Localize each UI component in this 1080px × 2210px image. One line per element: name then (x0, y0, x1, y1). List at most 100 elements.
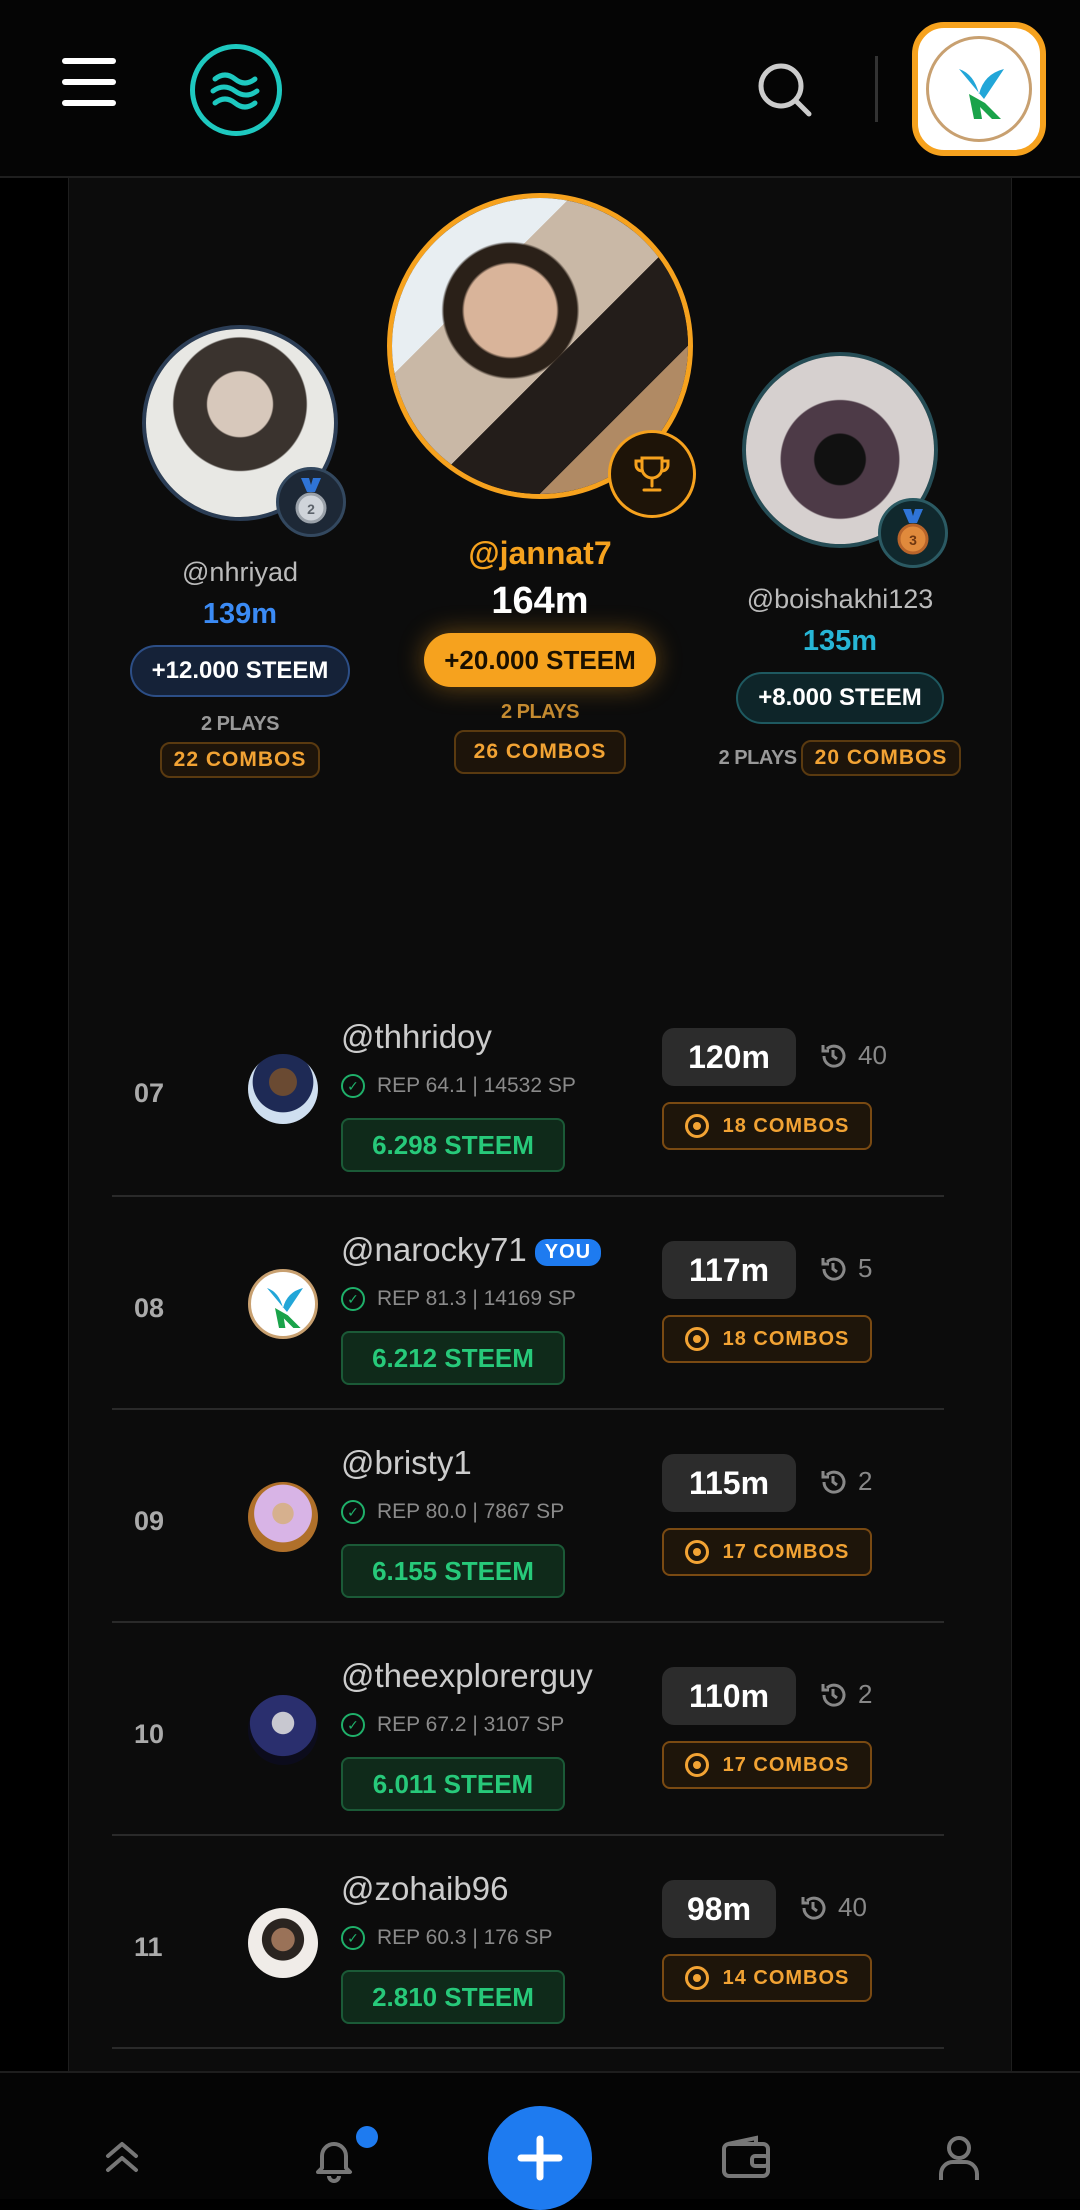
podium-third[interactable]: 3 @boishakhi123 135m +8.000 STEEM 2 PLAY… (700, 352, 980, 776)
rep-info: ✓ REP 64.1 | 14532 SP (341, 1074, 576, 1098)
avatar[interactable] (248, 1482, 318, 1552)
plays-count: 40 (798, 1892, 867, 1923)
history-icon (821, 1257, 846, 1281)
avatar[interactable] (248, 1908, 318, 1978)
history-icon (821, 1044, 846, 1068)
rank-number: 11 (134, 1932, 163, 1962)
podium-reward: +12.000 STEEM (129, 645, 351, 697)
rep-info: ✓ REP 60.3 | 176 SP (341, 1926, 553, 1950)
row-username[interactable]: @thhridoy (341, 1018, 492, 1056)
rep-info: ✓ REP 80.0 | 7867 SP (341, 1500, 564, 1524)
avatar (387, 193, 696, 518)
plus-icon (517, 2135, 563, 2181)
podium-second[interactable]: 2 @nhriyad 139m +12.000 STEEM 2 PLAYS 22… (110, 325, 370, 778)
podium-username[interactable]: @jannat7 (378, 535, 702, 572)
steem-reward: 6.011 STEEM (341, 1757, 565, 1811)
podium-plays: 2 PLAYS (500, 701, 580, 723)
target-icon (684, 1753, 709, 1777)
leaderboard-row[interactable]: 09 @bristy1 ✓ REP 80.0 | 7867 SP 6.155 ST… (112, 1410, 944, 1623)
history-icon (821, 1470, 846, 1494)
target-icon (684, 1114, 709, 1138)
steem-reward: 6.298 STEEM (341, 1118, 565, 1172)
svg-text:2: 2 (307, 501, 315, 517)
combos-value: 18 COMBOS (722, 1114, 850, 1137)
search-icon[interactable] (755, 60, 815, 120)
podium-score: 139m (202, 598, 278, 630)
combos-value: 17 COMBOS (722, 1753, 850, 1776)
podium-combos: 26 COMBOS (453, 730, 627, 774)
rank-number: 07 (134, 1078, 165, 1108)
score-box: 120m (662, 1028, 796, 1086)
hamburger-menu-icon[interactable] (62, 58, 116, 106)
steem-reward: 6.155 STEEM (341, 1544, 565, 1598)
avatar[interactable] (248, 1695, 318, 1765)
avatar[interactable] (248, 1269, 318, 1339)
silver-medal-icon: 2 (276, 467, 346, 537)
steem-reward: 2.810 STEEM (341, 1970, 565, 2024)
profile-icon[interactable] (929, 2128, 989, 2188)
avatar: 2 (142, 325, 346, 537)
app-logo-icon[interactable] (190, 44, 282, 136)
notifications-icon[interactable] (304, 2126, 378, 2188)
leaderboard-row[interactable]: 08 @narocky71 YOU ✓ REP 81.3 | 14169 SP 6.… (112, 1197, 944, 1410)
rep-text: REP 80.0 | 7867 SP (377, 1500, 565, 1523)
plays-value: 40 (838, 1892, 867, 1922)
combos-value: 14 COMBOS (722, 1966, 850, 1989)
wallet-icon[interactable] (716, 2128, 776, 2188)
header-divider (875, 56, 878, 122)
podium-score: 135m (802, 625, 878, 657)
score-box: 115m (662, 1454, 796, 1512)
row-username[interactable]: @narocky71 YOU (341, 1231, 602, 1269)
verified-check-icon: ✓ (341, 1926, 365, 1950)
podium-first[interactable]: @jannat7 164m +20.000 STEEM 2 PLAYS 26 C… (378, 193, 702, 774)
row-username[interactable]: @bristy1 (341, 1444, 472, 1482)
rep-text: REP 60.3 | 176 SP (377, 1926, 553, 1949)
podium-combos: 20 COMBOS (800, 740, 962, 776)
rep-text: REP 64.1 | 14532 SP (377, 1074, 576, 1097)
verified-check-icon: ✓ (341, 1500, 365, 1524)
rank-number: 09 (134, 1506, 165, 1536)
rep-info: ✓ REP 67.2 | 3107 SP (341, 1713, 564, 1737)
leaderboard-row[interactable]: 07 @thhridoy ✓ REP 64.1 | 14532 SP 6.298 … (112, 984, 944, 1197)
podium-reward: +8.000 STEEM (736, 672, 944, 724)
plays-value: 5 (858, 1253, 873, 1283)
podium-score: 164m (491, 580, 589, 622)
row-username[interactable]: @theexplorerguy (341, 1657, 593, 1695)
history-icon (801, 1896, 826, 1920)
username-text[interactable]: @narocky71 (341, 1231, 527, 1268)
top-app-bar (0, 0, 1080, 178)
rank-number: 10 (134, 1719, 165, 1749)
target-icon (684, 1966, 709, 1990)
podium-username[interactable]: @boishakhi123 (700, 584, 980, 615)
combos-box: 18 COMBOS (662, 1315, 872, 1363)
plays-value: 2 (858, 1679, 873, 1709)
row-username[interactable]: @zohaib96 (341, 1870, 508, 1908)
rep-text: REP 67.2 | 3107 SP (377, 1713, 565, 1736)
combos-box: 17 COMBOS (662, 1528, 872, 1576)
verified-check-icon: ✓ (341, 1287, 365, 1311)
steem-reward: 6.212 STEEM (341, 1331, 565, 1385)
score-box: 110m (662, 1667, 796, 1725)
plays-value: 40 (858, 1040, 887, 1070)
target-icon (684, 1327, 709, 1351)
bird-logo-icon (959, 69, 1004, 119)
combos-value: 17 COMBOS (722, 1540, 850, 1563)
create-post-button[interactable] (488, 2106, 592, 2210)
leaderboard-row[interactable]: 11 @zohaib96 ✓ REP 60.3 | 176 SP 2.810 ST… (112, 1836, 944, 2049)
podium-username[interactable]: @nhriyad (110, 557, 370, 588)
rep-info: ✓ REP 81.3 | 14169 SP (341, 1287, 576, 1311)
combos-value: 18 COMBOS (722, 1327, 850, 1350)
verified-check-icon: ✓ (341, 1074, 365, 1098)
scroll-top-icon[interactable] (92, 2128, 152, 2188)
user-avatar-button[interactable] (912, 22, 1046, 156)
combos-box: 18 COMBOS (662, 1102, 872, 1150)
combos-box: 17 COMBOS (662, 1741, 872, 1789)
podium-reward: +20.000 STEEM (424, 633, 656, 687)
podium-plays: 2 PLAYS (200, 713, 280, 735)
rank-number: 08 (134, 1293, 165, 1323)
trophy-icon (608, 430, 696, 518)
you-badge: YOU (534, 1238, 602, 1266)
rep-text: REP 81.3 | 14169 SP (377, 1287, 576, 1310)
avatar[interactable] (248, 1054, 318, 1124)
leaderboard-row[interactable]: 10 @theexplorerguy ✓ REP 67.2 | 3107 SP 6… (112, 1623, 944, 1836)
